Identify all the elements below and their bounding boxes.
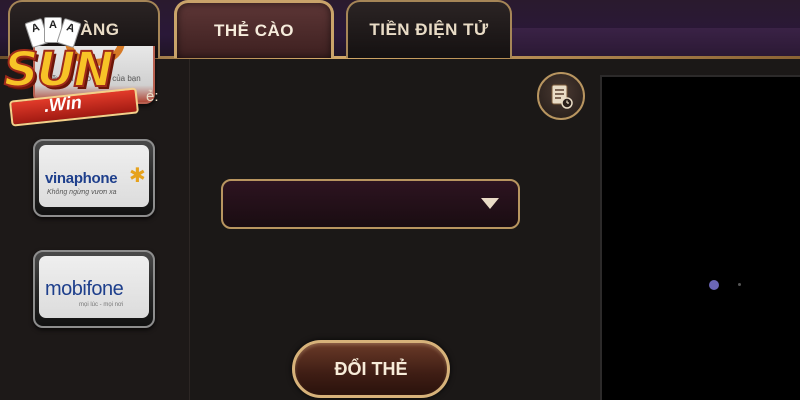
tab-crypto[interactable]: TIỀN ĐIỆN TỬ <box>346 0 512 58</box>
carrier-card-vinaphone[interactable]: vinaphone ✱ Không ngừng vươn xa <box>33 139 155 217</box>
carrier-card-face: mobifone mọi lúc - mọi nơi <box>39 256 149 318</box>
tab-bar-fill <box>512 28 800 58</box>
exchange-card-label: ĐỔI THẺ <box>334 358 408 379</box>
history-icon <box>551 84 573 109</box>
loading-dot <box>709 280 719 290</box>
carrier-card-face: vinaphone ✱ Không ngừng vươn xa <box>39 145 149 207</box>
logo-suffix: .Win <box>43 92 83 116</box>
caret-down-icon <box>481 198 499 209</box>
vinaphone-tagline: Không ngừng vươn xa <box>47 189 117 196</box>
history-button[interactable] <box>537 72 585 120</box>
tab-crypto-label: TIỀN ĐIỆN TỬ <box>369 20 489 39</box>
loading-dot <box>738 283 741 286</box>
history-panel <box>600 75 800 400</box>
carrier-card-mobifone[interactable]: mobifone mọi lúc - mọi nơi <box>33 250 155 328</box>
tab-scratch-card-label: THẺ CÀO <box>214 20 294 40</box>
tab-scratch-card[interactable]: THẺ CÀO <box>174 0 334 58</box>
mobifone-tagline: mọi lúc - mọi nơi <box>79 302 124 308</box>
vinaphone-logo-text: vinaphone <box>45 170 118 187</box>
vinaphone-star-icon: ✱ <box>129 165 146 187</box>
exchange-card-button[interactable]: ĐỔI THẺ <box>292 340 450 398</box>
logo-wordmark: SUN <box>3 41 115 99</box>
mobifone-logo-text: mobifone <box>45 278 124 300</box>
card-value-dropdown[interactable] <box>221 179 520 229</box>
sunwin-logo: A A A SUN .Win <box>0 8 150 138</box>
